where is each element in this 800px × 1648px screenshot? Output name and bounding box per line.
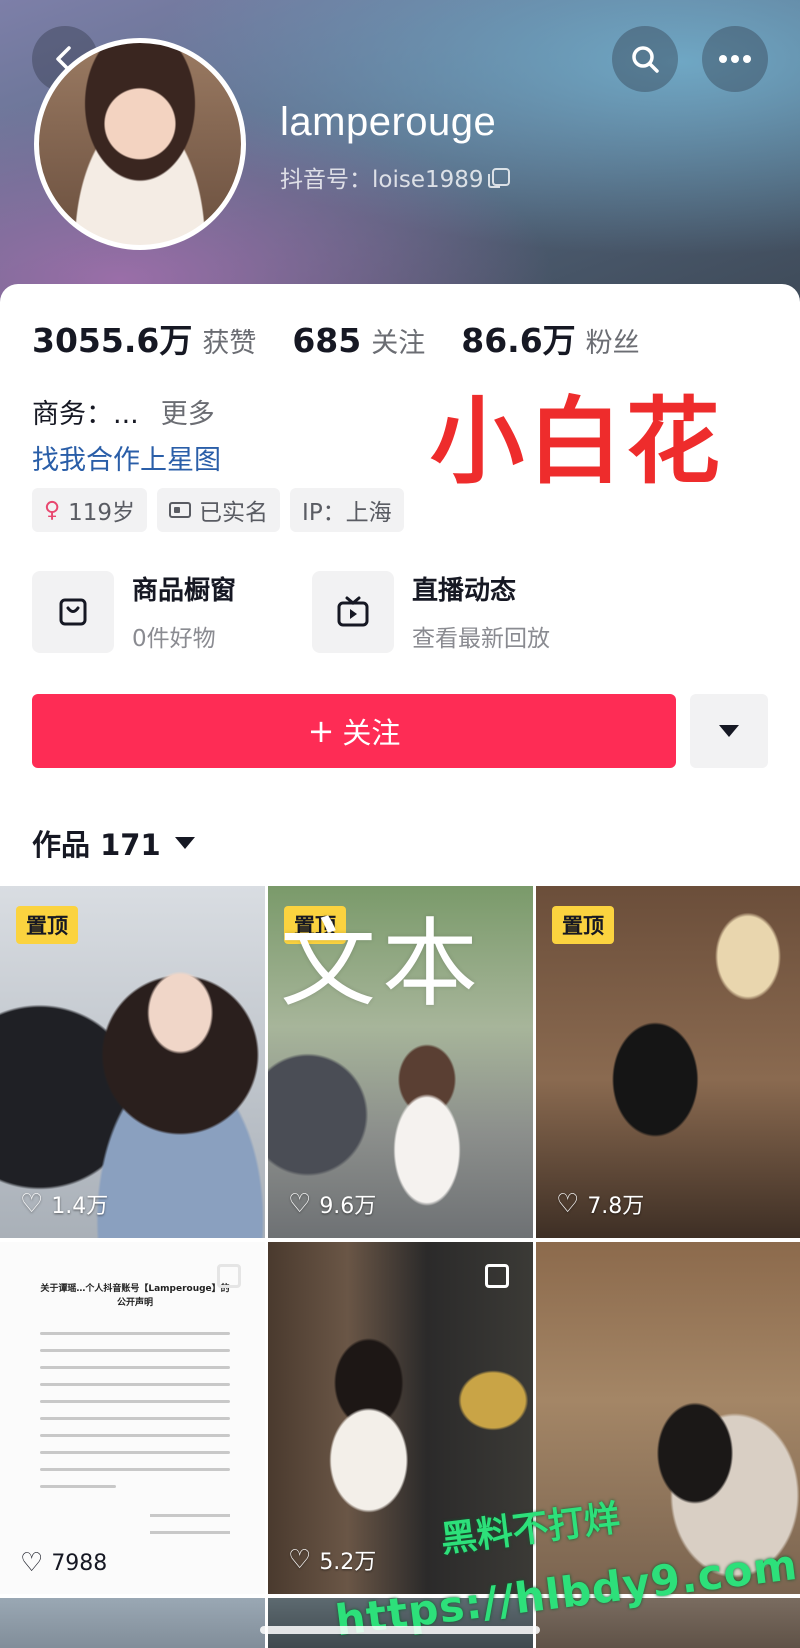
works-tab[interactable]: 作品 171 bbox=[32, 822, 195, 864]
copy-icon[interactable] bbox=[487, 168, 510, 188]
home-indicator[interactable] bbox=[260, 1626, 540, 1634]
caret-down-icon bbox=[174, 837, 195, 849]
search-button[interactable] bbox=[612, 26, 678, 92]
profile-header: lamperouge 抖音号：loise1989 bbox=[0, 0, 800, 310]
verified-tag: 已实名 bbox=[157, 488, 281, 532]
follow-button[interactable]: + 关注 bbox=[32, 694, 676, 768]
username: lamperouge bbox=[280, 100, 497, 144]
heart-icon: ♡ bbox=[20, 1548, 44, 1578]
live-title: 直播动态 bbox=[412, 576, 517, 606]
follow-label: 关注 bbox=[342, 716, 401, 750]
video-tile[interactable]: 置顶 ♡ 1.4万 bbox=[0, 886, 265, 1238]
gallery-icon bbox=[217, 1264, 241, 1288]
like-count: ♡ 9.6万 bbox=[288, 1188, 376, 1220]
bio-business[interactable]: 商务：... 更多 bbox=[32, 392, 215, 431]
search-icon bbox=[632, 46, 659, 73]
like-count: ♡ 1.4万 bbox=[20, 1188, 108, 1220]
fans-count: 86.6万 bbox=[461, 321, 576, 360]
likes-label: 获赞 bbox=[202, 328, 257, 359]
douyin-id[interactable]: 抖音号：loise1989 bbox=[280, 160, 510, 194]
heart-icon: ♡ bbox=[20, 1189, 44, 1219]
following-label: 关注 bbox=[371, 328, 426, 359]
heart-icon: ♡ bbox=[556, 1189, 580, 1219]
plus-icon: + bbox=[307, 712, 335, 750]
document-signature bbox=[150, 1514, 230, 1548]
like-count: ♡ 5.2万 bbox=[288, 1544, 376, 1576]
like-count-text: 5.2万 bbox=[319, 1550, 377, 1575]
tv-play-icon bbox=[312, 570, 394, 653]
verified-text: 已实名 bbox=[199, 500, 269, 526]
fans-label: 粉丝 bbox=[585, 328, 640, 359]
like-count: ♡ 7988 bbox=[20, 1550, 107, 1576]
heart-icon: ♡ bbox=[288, 1545, 312, 1575]
pinned-badge: 置顶 bbox=[552, 906, 614, 944]
shop-subtitle: 0件好物 bbox=[132, 626, 216, 652]
text-overlay: 文本 bbox=[280, 908, 484, 1020]
like-count-text: 9.6万 bbox=[319, 1194, 377, 1219]
profile-card: 3055.6万 获赞 685 关注 86.6万 粉丝 商务：... 更多 找我合… bbox=[0, 284, 800, 884]
more-options-button[interactable] bbox=[702, 26, 768, 92]
star-map-link[interactable]: 找我合作上星图 bbox=[32, 438, 221, 477]
overlay-caption: 小白花 bbox=[430, 388, 725, 497]
id-card-icon bbox=[169, 502, 192, 518]
bio-more-link[interactable]: 更多 bbox=[161, 392, 215, 431]
like-count-text: 7988 bbox=[51, 1550, 108, 1576]
like-count-text: 7.8万 bbox=[587, 1194, 645, 1219]
pinned-badge: 置顶 bbox=[16, 906, 78, 944]
stats-row: 3055.6万 获赞 685 关注 86.6万 粉丝 bbox=[32, 314, 640, 362]
video-tile[interactable] bbox=[0, 1598, 265, 1648]
live-entry[interactable]: 直播动态 查看最新回放 bbox=[312, 570, 550, 653]
shopping-bag-icon bbox=[32, 570, 114, 653]
fans-stat[interactable]: 86.6万 粉丝 bbox=[461, 314, 639, 362]
document-title: 关于谭瑶…个人抖音账号【Lamperouge】的公开声明 bbox=[40, 1284, 230, 1309]
heart-icon: ♡ bbox=[288, 1189, 312, 1219]
ip-tag: IP：上海 bbox=[290, 488, 404, 532]
ip-text: IP：上海 bbox=[302, 500, 392, 526]
like-count-text: 1.4万 bbox=[51, 1194, 109, 1219]
following-count: 685 bbox=[292, 321, 362, 360]
gallery-icon bbox=[485, 1264, 509, 1288]
ellipsis-icon bbox=[719, 55, 751, 63]
likes-count: 3055.6万 bbox=[32, 321, 193, 360]
douyin-id-text: 抖音号：loise1989 bbox=[280, 167, 484, 193]
age-tag: ♀ 119岁 bbox=[32, 488, 148, 532]
age-text: 119岁 bbox=[68, 500, 136, 526]
video-tile[interactable]: 关于谭瑶…个人抖音账号【Lamperouge】的公开声明 ♡ 7988 bbox=[0, 1242, 265, 1594]
recommend-dropdown-button[interactable] bbox=[690, 694, 768, 768]
profile-tags: ♀ 119岁 已实名 IP：上海 bbox=[32, 488, 404, 532]
like-count: ♡ 7.8万 bbox=[556, 1188, 644, 1220]
video-tile[interactable]: 置顶 ♡ 7.8万 bbox=[536, 886, 800, 1238]
following-stat[interactable]: 685 关注 bbox=[292, 321, 425, 360]
works-label: 作品 171 bbox=[32, 828, 161, 862]
shop-title: 商品橱窗 bbox=[132, 576, 237, 606]
document-body bbox=[40, 1332, 230, 1502]
avatar[interactable] bbox=[34, 38, 246, 250]
bio-text: 商务：... bbox=[32, 399, 139, 430]
caret-down-icon bbox=[719, 725, 739, 737]
live-subtitle: 查看最新回放 bbox=[412, 626, 550, 652]
likes-stat[interactable]: 3055.6万 获赞 bbox=[32, 314, 256, 362]
female-icon: ♀ bbox=[44, 497, 61, 523]
shop-window-entry[interactable]: 商品橱窗 0件好物 bbox=[32, 570, 236, 653]
